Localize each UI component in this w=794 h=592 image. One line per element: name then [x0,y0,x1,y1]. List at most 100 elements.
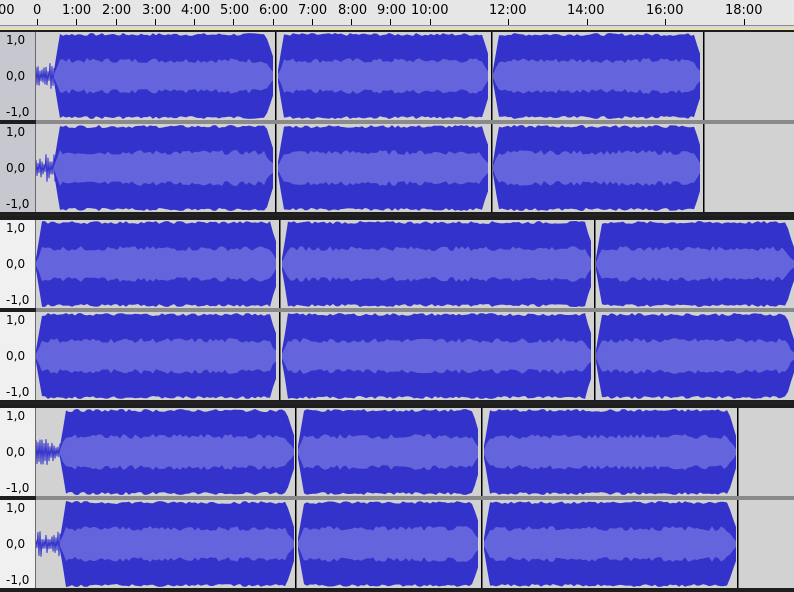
amplitude-label-bottom: -1,0 [6,385,30,399]
tick-label: 2:00 [102,3,132,18]
tick-mark [587,19,588,25]
tick-label: 8:00 [338,3,368,18]
waveform-rms [493,150,700,186]
lead-in-noise [36,154,56,182]
channel-right[interactable]: 1,0 0,0 -1,0 [0,124,794,212]
tick-mark [430,19,431,25]
channel-right[interactable]: 1,0 0,0 -1,0 [0,312,794,400]
amplitude-label-mid: 0,0 [6,349,26,363]
amplitude-ruler: 1,0 0,0 -1,0 [0,408,36,496]
amplitude-label-bottom: -1,0 [6,197,30,211]
waveform-rms [282,246,591,282]
waveform[interactable] [36,220,794,308]
clip-boundary[interactable] [275,32,277,120]
waveform-rms [278,150,488,186]
tick-label: 1:00 [62,3,92,18]
waveform-graphic [36,124,705,212]
tick-mark [390,19,391,25]
tick-mark [744,19,745,25]
clip-boundary[interactable] [481,408,483,496]
amplitude-label-bottom: -1,0 [6,105,30,119]
amplitude-label-mid: 0,0 [6,445,26,459]
waveform-graphic [36,312,794,400]
amplitude-label-mid: 0,0 [6,69,26,83]
clip-boundary[interactable] [491,32,493,120]
waveform-rms [278,58,488,94]
clip-boundary[interactable] [737,408,739,496]
clip-boundary[interactable] [279,312,281,400]
clip-boundary[interactable] [481,500,483,588]
waveform-rms [36,246,276,282]
waveform[interactable] [36,408,794,496]
waveform-rms [298,526,478,562]
waveform-rms [60,434,294,470]
tick-label: 6:00 [259,3,289,18]
amplitude-label-bottom: -1,0 [6,573,30,587]
clip-boundary[interactable] [295,500,297,588]
tick-mark [155,19,156,25]
waveform-rms [54,58,273,94]
tick-label: 00 [0,3,15,18]
waveform-graphic [36,32,705,120]
channel-right[interactable]: 1,0 0,0 -1,0 [0,500,794,588]
waveform-rms [484,434,736,470]
amplitude-label-top: 1,0 [6,313,26,327]
tick-label: 16:00 [646,3,684,18]
amplitude-label-bottom: -1,0 [6,481,30,495]
tick-mark [194,19,195,25]
waveform[interactable] [36,32,794,120]
lead-in-noise [36,531,62,557]
clip-boundary[interactable] [594,312,596,400]
waveform[interactable] [36,312,794,400]
waveform-rms [298,434,478,470]
tick-label: 10:00 [411,3,449,18]
timeline-ruler[interactable]: 00 0 1:00 2:00 3:00 4:00 5:00 6:00 7:00 … [0,0,794,26]
clip-boundary[interactable] [594,220,596,308]
amplitude-label-mid: 0,0 [6,257,26,271]
amplitude-label-top: 1,0 [6,409,26,423]
waveform[interactable] [36,500,794,588]
amplitude-ruler: 1,0 0,0 -1,0 [0,32,36,120]
audio-track-3[interactable]: 1,0 0,0 -1,0 1,0 0,0 -1,0 [0,402,794,592]
waveform-rms [282,338,591,374]
amplitude-label-bottom: -1,0 [6,293,30,307]
waveform-graphic [36,220,794,308]
amplitude-ruler: 1,0 0,0 -1,0 [0,220,36,308]
waveform-rms [493,58,700,94]
channel-left[interactable]: 1,0 0,0 -1,0 [0,32,794,120]
audio-track-1[interactable]: 1,0 0,0 -1,0 1,0 0,0 -1,0 [0,28,794,214]
amplitude-label-mid: 0,0 [6,537,26,551]
tick-label: 7:00 [298,3,328,18]
tick-mark [273,19,274,25]
tick-label: 4:00 [181,3,211,18]
waveform-rms [596,246,794,282]
tick-label: 3:00 [142,3,172,18]
waveform-rms [484,526,736,562]
tick-mark [37,19,38,25]
clip-boundary[interactable] [703,32,705,120]
waveform-graphic [36,500,739,588]
tick-mark [76,19,77,25]
channel-left[interactable]: 1,0 0,0 -1,0 [0,220,794,308]
waveform-graphic [36,408,739,496]
tick-mark [233,19,234,25]
amplitude-label-top: 1,0 [6,501,26,515]
clip-boundary[interactable] [491,124,493,212]
tick-label: 14:00 [567,3,605,18]
amplitude-label-top: 1,0 [6,221,26,235]
tick-label: 5:00 [220,3,250,18]
tick-mark [665,19,666,25]
waveform[interactable] [36,124,794,212]
tick-label: 18:00 [725,3,763,18]
clip-boundary[interactable] [737,500,739,588]
clip-boundary[interactable] [703,124,705,212]
clip-boundary[interactable] [295,408,297,496]
amplitude-ruler: 1,0 0,0 -1,0 [0,500,36,588]
channel-left[interactable]: 1,0 0,0 -1,0 [0,408,794,496]
clip-boundary[interactable] [279,220,281,308]
clip-boundary[interactable] [275,124,277,212]
audio-track-2[interactable]: 1,0 0,0 -1,0 1,0 0,0 -1,0 [0,214,794,404]
waveform-rms [596,338,794,374]
amplitude-ruler: 1,0 0,0 -1,0 [0,312,36,400]
amplitude-label-top: 1,0 [6,125,26,139]
